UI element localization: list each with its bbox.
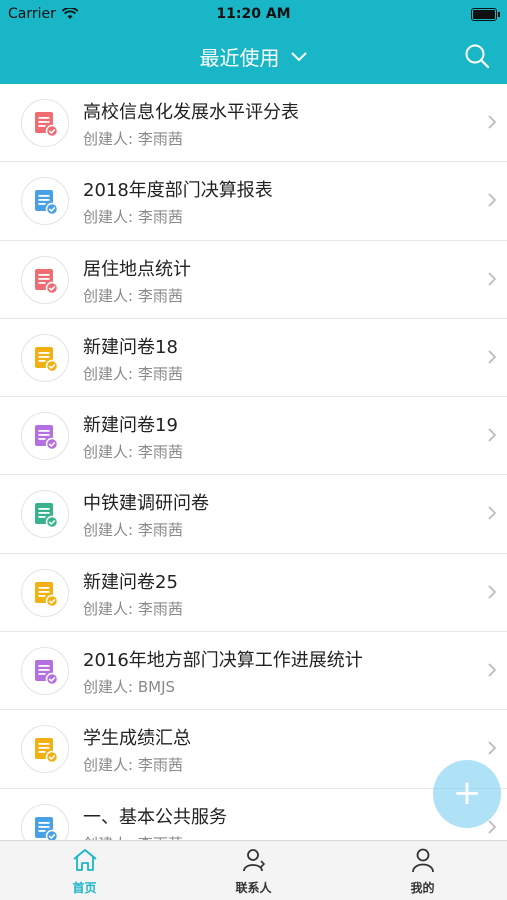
creator-name: 李雨茜 [137, 443, 183, 462]
item-creator: 创建人: BMJS [83, 676, 175, 697]
creator-label: 创建人: [83, 678, 134, 697]
creator-label: 创建人: [83, 443, 134, 462]
list-item[interactable]: 居住地点统计 创建人: 李雨茜 [0, 240, 507, 319]
form-icon [21, 725, 69, 774]
nav-title-dropdown[interactable]: 最近使用 [0, 42, 507, 71]
creator-name: 李雨茜 [137, 756, 183, 775]
chevron-down-icon [290, 51, 307, 61]
creator-name: 李雨茜 [137, 364, 183, 383]
list-item[interactable]: 新建问卷19 创建人: 李雨茜 [0, 397, 507, 476]
item-creator: 创建人: 李雨茜 [83, 363, 183, 384]
creator-name: 李雨茜 [137, 130, 183, 148]
tab-contacts-label: 联系人 [235, 881, 272, 895]
item-title: 高校信息化发展水平评分表 [83, 102, 299, 123]
item-creator: 创建人: 李雨茜 [83, 206, 183, 227]
plus-icon: + [452, 773, 482, 813]
form-icon [21, 647, 69, 696]
chevron-right-icon [488, 115, 497, 129]
item-creator: 创建人: 李雨茜 [83, 754, 183, 775]
tab-home-label: 首页 [72, 881, 97, 895]
item-creator: 创建人: 李雨茜 [83, 519, 183, 540]
tab-contacts[interactable]: 联系人 [169, 841, 338, 900]
profile-icon [411, 848, 434, 873]
home-icon [72, 849, 97, 871]
creator-label: 创建人: [83, 521, 134, 540]
list-item[interactable]: 学生成绩汇总 创建人: 李雨茜 [0, 710, 507, 789]
item-creator: 创建人: 李雨茜 [83, 833, 183, 840]
list-item[interactable]: 2018年度部门决算报表 创建人: 李雨茜 [0, 162, 507, 241]
creator-label: 创建人: [83, 756, 134, 775]
list-item[interactable]: 一、基本公共服务创建人: 李雨茜 [0, 788, 507, 840]
list-item[interactable]: 高校信息化发展水平评分表 创建人: 李雨茜 [0, 84, 507, 163]
item-creator: 创建人: 李雨茜 [83, 598, 183, 619]
chevron-right-icon [488, 428, 497, 442]
item-title: 2018年度部门决算报表 [83, 180, 273, 202]
search-icon[interactable] [463, 42, 491, 70]
chevron-right-icon [488, 272, 497, 286]
contacts-icon [242, 849, 265, 872]
form-icon [21, 177, 69, 226]
list-item[interactable]: 中铁建调研问卷 创建人: 李雨茜 [0, 475, 507, 554]
creator-label: 创建人: [83, 364, 134, 383]
creator-label: 创建人: [83, 599, 134, 618]
item-creator: 创建人: 李雨茜 [83, 128, 183, 149]
creator-name: BMJS [137, 678, 176, 697]
status-bar: Carrier 11:20 AM [0, 0, 507, 30]
list-item[interactable]: 新建问卷18 创建人: 李雨茜 [0, 318, 507, 398]
battery-icon [471, 8, 500, 21]
creator-name: 李雨茜 [137, 208, 183, 227]
nav-title: 最近使用 [199, 46, 280, 70]
item-title: 中铁建调研问卷 [83, 493, 209, 515]
creator-name: 李雨茜 [137, 599, 183, 618]
tab-profile[interactable]: 我的 [338, 841, 507, 900]
form-icon [21, 333, 69, 382]
creator-name: 李雨茜 [137, 286, 183, 305]
form-icon [21, 99, 69, 147]
item-title: 新建问卷25 [83, 571, 178, 593]
form-icon [21, 255, 69, 304]
chevron-right-icon [488, 741, 497, 755]
chevron-right-icon [488, 663, 497, 677]
form-icon [21, 490, 69, 539]
form-icon [21, 568, 69, 617]
tab-bar: 首页 联系人 我的 [0, 840, 507, 900]
add-button[interactable]: + [433, 760, 501, 828]
chevron-right-icon [488, 585, 497, 599]
item-title: 2016年地方部门决算工作进展统计 [83, 650, 363, 672]
item-title: 一、基本公共服务 [83, 806, 227, 828]
item-creator: 创建人: 李雨茜 [83, 285, 183, 306]
chevron-right-icon [488, 193, 497, 207]
item-title: 居住地点统计 [83, 258, 191, 280]
creator-label: 创建人: [83, 286, 134, 305]
item-creator: 创建人: 李雨茜 [83, 441, 183, 462]
list-item[interactable]: 新建问卷25 创建人: 李雨茜 [0, 553, 507, 633]
creator-label: 创建人: [83, 130, 134, 148]
recent-list[interactable]: 高校信息化发展水平评分表 创建人: 李雨茜 2018年度部门决算报表 创建人: 李雨茜… [0, 84, 507, 840]
status-time: 11:20 AM [216, 6, 291, 22]
nav-bar: 最近使用 [0, 30, 507, 84]
chevron-right-icon [488, 820, 497, 834]
item-title: 新建问卷18 [83, 336, 178, 358]
creator-name: 李雨茜 [137, 521, 183, 540]
tab-home[interactable]: 首页 [0, 841, 169, 900]
item-title: 新建问卷19 [83, 415, 178, 437]
item-title: 学生成绩汇总 [83, 728, 191, 750]
chevron-right-icon [488, 506, 497, 521]
list-item[interactable]: 2016年地方部门决算工作进展统计 创建人: BMJS [0, 632, 507, 711]
creator-label: 创建人: [83, 208, 134, 227]
tab-profile-label: 我的 [410, 881, 435, 895]
form-icon [21, 803, 69, 840]
chevron-right-icon [488, 350, 497, 364]
form-icon [21, 412, 69, 461]
